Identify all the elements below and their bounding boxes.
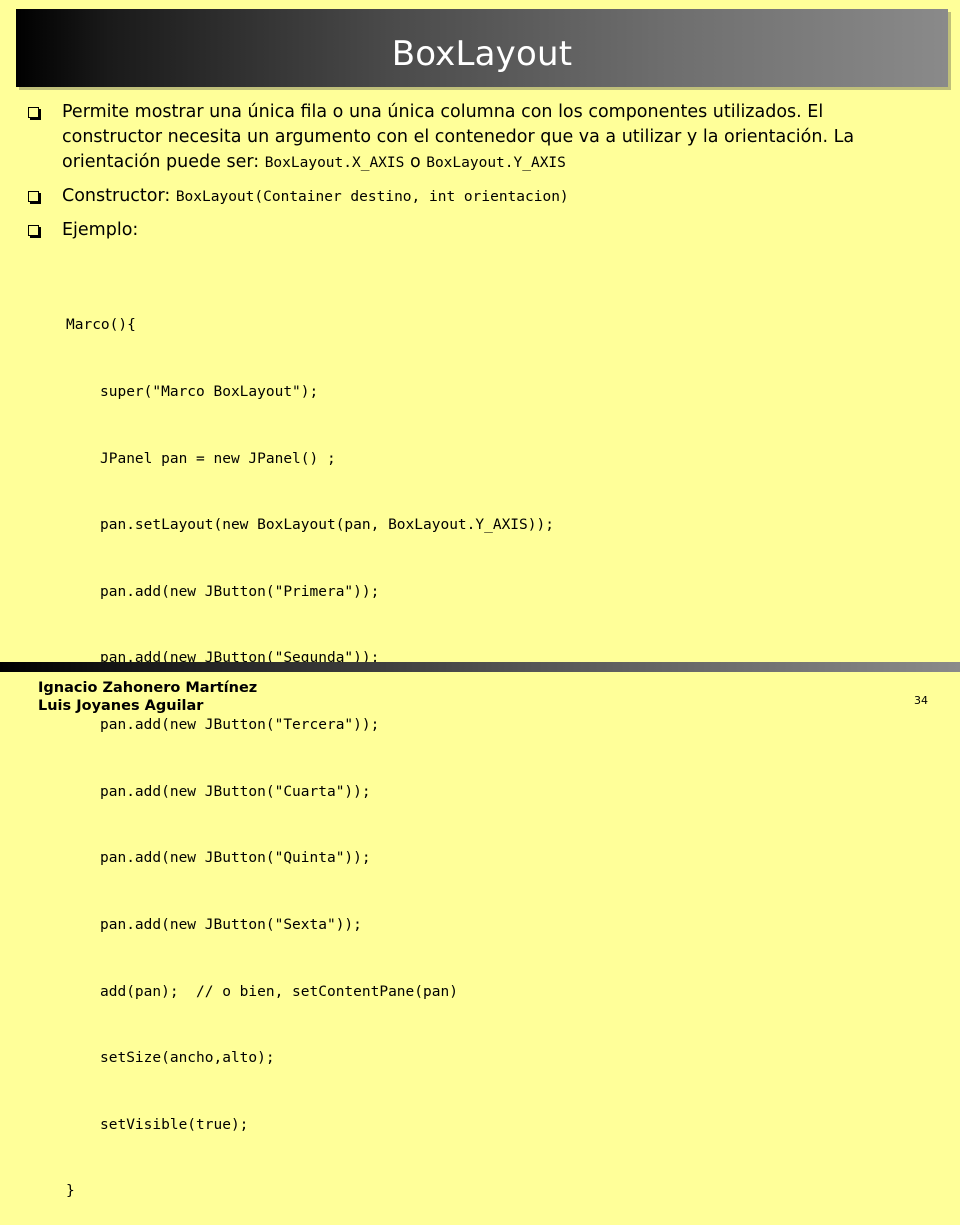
code-line: setSize(ancho,alto); — [100, 1050, 275, 1067]
bullet-list: Permite mostrar una única fila o una úni… — [24, 100, 924, 251]
footer-bar — [0, 662, 960, 672]
bullet-constructor: Constructor: BoxLayout(Container destino… — [24, 184, 924, 210]
square-bullet-icon — [28, 191, 39, 202]
code-line: Marco(){ — [66, 317, 136, 334]
code-line: } — [66, 1183, 75, 1200]
bullet-example: Ejemplo: — [24, 218, 924, 243]
code-line: setVisible(true); — [100, 1116, 249, 1133]
code-line: JPanel pan = new JPanel() ; — [100, 450, 336, 467]
author-1: Ignacio Zahonero Martínez — [38, 680, 258, 696]
code-line: pan.add(new JButton("Sexta")); — [100, 916, 362, 933]
or-text: o — [404, 152, 427, 172]
code-block: Marco(){ super("Marco BoxLayout"); JPane… — [66, 270, 554, 1225]
example-label: Ejemplo: — [62, 220, 139, 240]
code-line: pan.add(new JButton("Tercera")); — [100, 717, 380, 734]
code-line: add(pan); // o bien, setContentPane(pan) — [100, 983, 458, 1000]
bullet-description: Permite mostrar una única fila o una úni… — [24, 100, 924, 176]
constructor-label: Constructor: — [62, 186, 176, 206]
code-line: pan.add(new JButton("Quinta")); — [100, 850, 371, 867]
code-line: super("Marco BoxLayout"); — [100, 384, 319, 401]
code-line: pan.add(new JButton("Primera")); — [100, 583, 380, 600]
x-axis-code: BoxLayout.X_AXIS — [264, 155, 405, 171]
slide-title: BoxLayout — [391, 34, 573, 74]
y-axis-code: BoxLayout.Y_AXIS — [426, 155, 566, 171]
square-bullet-icon — [28, 107, 39, 118]
page-number: 34 — [914, 694, 928, 707]
code-line: pan.setLayout(new BoxLayout(pan, BoxLayo… — [100, 517, 554, 534]
square-bullet-icon — [28, 225, 39, 236]
title-bar: BoxLayout — [16, 9, 948, 87]
author-2: Luis Joyanes Aguilar — [38, 698, 204, 714]
constructor-code: BoxLayout(Container destino, int orienta… — [175, 189, 569, 205]
code-line: pan.add(new JButton("Cuarta")); — [100, 783, 371, 800]
